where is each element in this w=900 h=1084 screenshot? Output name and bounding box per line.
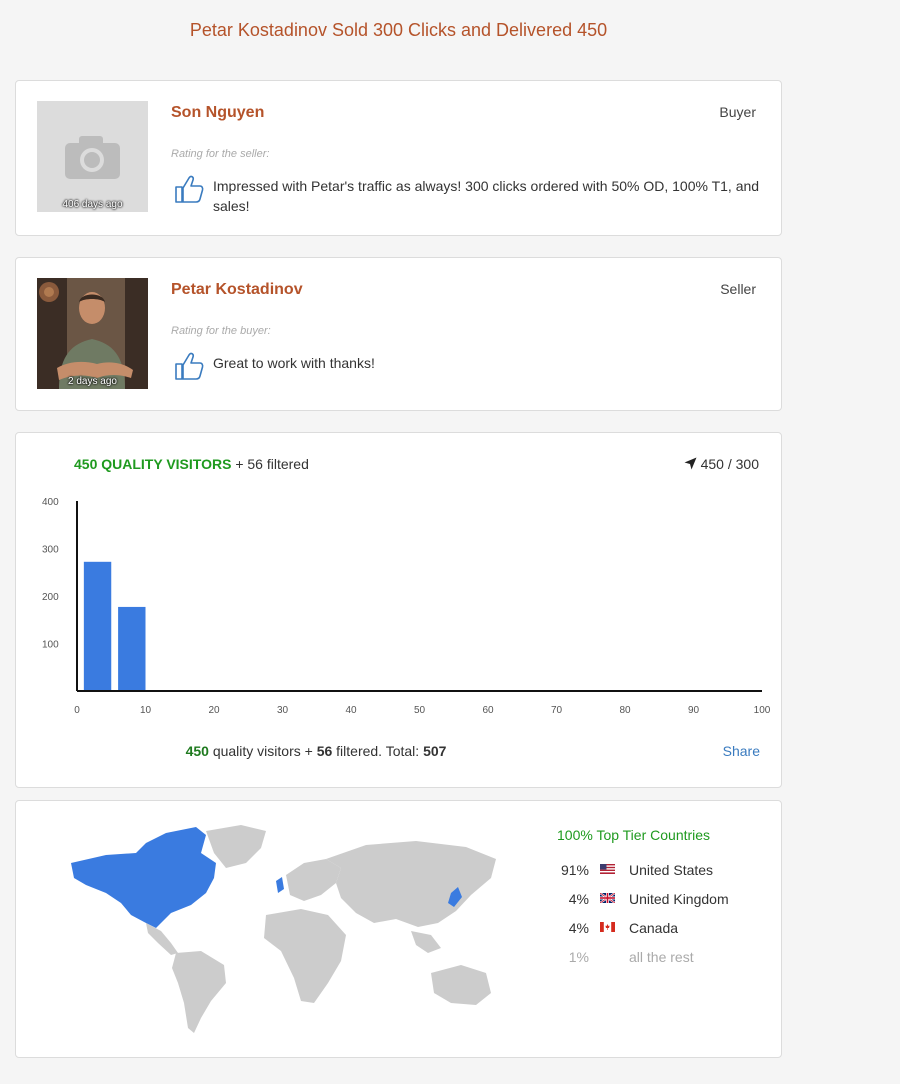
visitors-bar-chart: 100 200 300 400 0 10 20 30 40 50 60 70 80 90 100 (42, 497, 771, 716)
quality-summary: 450 QUALITY VISITORS + 56 filtered (74, 456, 309, 472)
country-name: United States (629, 862, 714, 878)
chart-x-tick-label: 60 (482, 705, 494, 716)
map-region-uk[interactable] (276, 877, 284, 893)
map-region-central-america (146, 923, 178, 955)
map-region-southeast-asia (411, 931, 441, 953)
chart-x-tick-label: 80 (619, 705, 631, 716)
profile-photo (37, 278, 148, 389)
review-card-seller: 2 days ago Petar Kostadinov Seller Ratin… (15, 257, 782, 411)
chart-y-tick-label: 100 (42, 640, 59, 651)
chart-x-tick-label: 40 (345, 705, 357, 716)
location-arrow-icon (684, 457, 697, 470)
filtered-label: + 56 filtered (235, 456, 309, 472)
delivered-count: 450 / 300 (684, 456, 759, 472)
footer-filtered-text: filtered. Total: (336, 743, 420, 759)
us-flag-icon (600, 864, 615, 874)
reviewer-name[interactable]: Son Nguyen (171, 104, 264, 122)
map-region-north-america[interactable] (71, 827, 216, 928)
chart-y-tick-label: 200 (42, 592, 59, 603)
chart-y-tick-label: 300 (42, 545, 59, 556)
map-region-asia (326, 841, 496, 927)
visitors-footer: 450 quality visitors + 56 filtered. Tota… (16, 743, 616, 759)
country-pct: 1% (568, 949, 589, 965)
review-card-buyer: 406 days ago Son Nguyen Buyer Rating for… (15, 80, 782, 236)
ca-flag-icon (600, 922, 615, 932)
delivered-value: 450 / 300 (700, 456, 759, 472)
footer-quality-text: quality visitors + (212, 743, 313, 759)
chart-x-tick-label: 20 (208, 705, 220, 716)
camera-icon (65, 136, 120, 179)
thumbs-up-icon (175, 175, 204, 203)
reviewer-role: Seller (720, 281, 756, 297)
review-comment: Great to work with thanks! (213, 355, 375, 371)
country-pct: 91% (560, 862, 589, 878)
map-region-europe (286, 859, 341, 901)
footer-total: 507 (423, 743, 447, 759)
rating-label: Rating for the buyer: (171, 325, 271, 337)
chart-x-tick-label: 10 (140, 705, 152, 716)
review-age: 406 days ago (62, 199, 123, 210)
map-region-australia (431, 965, 491, 1005)
reviewer-role: Buyer (719, 104, 756, 120)
rating-label: Rating for the seller: (171, 148, 270, 160)
share-link[interactable]: Share (723, 743, 760, 759)
page-title: Petar Kostadinov Sold 300 Clicks and Del… (189, 20, 608, 40)
geo-card: 100% Top Tier Countries 91% United State… (15, 800, 782, 1058)
chart-bar (83, 561, 112, 691)
footer-quality-count: 450 (185, 743, 209, 759)
top-tier-label: 100% Top Tier Countries (557, 827, 711, 843)
country-pct: 4% (568, 920, 589, 936)
chart-x-tick-label: 100 (754, 705, 771, 716)
review-age: 2 days ago (68, 376, 117, 387)
chart-x-tick-label: 50 (414, 705, 426, 716)
thumbs-up-icon (175, 352, 204, 380)
uk-flag-icon (600, 893, 615, 903)
country-pct: 4% (568, 891, 589, 907)
country-name: all the rest (629, 949, 694, 965)
chart-bar (118, 606, 146, 691)
map-region-greenland (206, 825, 266, 868)
world-map (71, 825, 496, 1033)
avatar-placeholder[interactable]: 406 days ago (37, 101, 148, 212)
traffic-stats-card: 450 QUALITY VISITORS + 56 filtered 450 /… (15, 432, 782, 788)
map-region-south-america (172, 951, 226, 1033)
chart-x-tick-label: 0 (74, 705, 80, 716)
chart-x-tick-label: 90 (688, 705, 700, 716)
reviewer-name[interactable]: Petar Kostadinov (171, 281, 303, 299)
map-region-africa (264, 909, 346, 1003)
chart-x-tick-label: 70 (551, 705, 563, 716)
quality-visitors-label: 450 QUALITY VISITORS (74, 456, 232, 472)
chart-y-tick-label: 400 (42, 497, 59, 508)
footer-filtered-count: 56 (316, 743, 333, 759)
avatar-photo[interactable]: 2 days ago (37, 278, 148, 389)
country-name: Canada (629, 920, 679, 936)
chart-x-tick-label: 30 (277, 705, 289, 716)
review-comment: Impressed with Petar's traffic as always… (213, 178, 760, 214)
country-name: United Kingdom (629, 891, 729, 907)
